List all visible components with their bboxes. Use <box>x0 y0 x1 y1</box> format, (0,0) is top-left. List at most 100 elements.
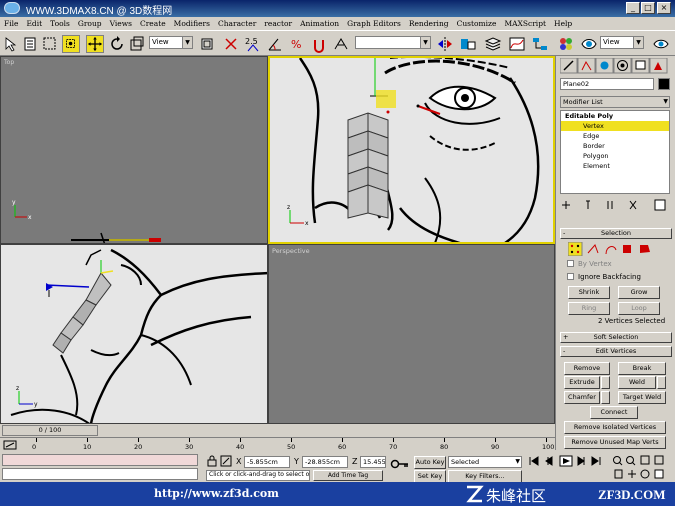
material-editor-icon[interactable] <box>557 35 575 53</box>
time-slider[interactable]: 0 / 100 <box>2 425 98 436</box>
remove-isolated-vertices-button[interactable]: Remove Isolated Vertices <box>564 421 666 434</box>
viewport-top[interactable]: Top y x <box>0 56 268 244</box>
manipulate-icon[interactable] <box>222 35 240 53</box>
add-time-tag-button[interactable]: Add Time Tag <box>313 470 383 481</box>
command-panel-tabs[interactable] <box>560 58 672 74</box>
named-selection-icon[interactable] <box>332 35 350 53</box>
menu-item-create[interactable]: Create <box>140 19 166 28</box>
menu-item-character[interactable]: Character <box>218 19 256 28</box>
edit-vertices-rollout-header[interactable]: - Edit Vertices <box>560 346 672 357</box>
maximize-button[interactable]: □ <box>641 2 655 14</box>
absolute-mode-icon[interactable] <box>220 455 232 467</box>
stack-toolbar[interactable] <box>560 198 672 212</box>
percent-snap-icon[interactable]: % <box>288 35 306 53</box>
close-button[interactable]: × <box>657 2 671 14</box>
spinner-snap-icon[interactable] <box>310 35 328 53</box>
rect-selection-icon[interactable] <box>62 35 80 53</box>
quick-render-icon[interactable] <box>652 35 670 53</box>
reference-coordinate-dropdown[interactable]: View ▼ <box>149 36 193 49</box>
mini-curve-editor-icon[interactable] <box>2 439 32 451</box>
menu-item-maxscript[interactable]: MAXScript <box>504 19 546 28</box>
minimize-button[interactable]: _ <box>626 2 640 14</box>
select-link-icon[interactable] <box>3 35 21 53</box>
snap-toggle-icon[interactable]: 2.5 <box>244 35 262 53</box>
subobject-level-icons[interactable] <box>568 242 668 256</box>
remove-unused-map-verts-button[interactable]: Remove Unused Map Verts <box>564 436 666 449</box>
soft-selection-label: Soft Selection <box>593 333 639 341</box>
menu-item-reactor[interactable]: reactor <box>264 19 292 28</box>
ignore-backfacing-checkbox[interactable] <box>567 273 574 280</box>
modifier-list-dropdown[interactable]: Modifier List ▼ <box>560 96 670 108</box>
weld-button[interactable]: Weld <box>618 376 656 389</box>
layer-icon[interactable] <box>484 35 502 53</box>
viewport-navigation-controls[interactable] <box>612 454 674 482</box>
soft-selection-rollout-header[interactable]: + Soft Selection <box>560 332 672 343</box>
grow-button[interactable]: Grow <box>618 286 660 299</box>
y-coordinate-field[interactable]: -28.855cm <box>302 456 348 468</box>
menu-item-group[interactable]: Group <box>78 19 102 28</box>
render-scene-icon[interactable] <box>580 35 598 53</box>
shrink-button[interactable]: Shrink <box>568 286 610 299</box>
chamfer-settings-button[interactable] <box>601 391 610 404</box>
menu-item-views[interactable]: Views <box>110 19 132 28</box>
select-rotate-icon[interactable] <box>108 35 126 53</box>
object-color-swatch[interactable] <box>658 78 670 90</box>
menu-item-edit[interactable]: Edit <box>26 19 42 28</box>
menu-item-modifiers[interactable]: Modifiers <box>174 19 210 28</box>
menu-item-rendering[interactable]: Rendering <box>409 19 449 28</box>
x-coordinate-field[interactable]: -5.855cm <box>244 456 290 468</box>
viewport-perspective[interactable]: Perspective <box>268 244 555 424</box>
align-icon[interactable] <box>459 35 477 53</box>
target-weld-button[interactable]: Target Weld <box>618 391 666 404</box>
ring-button[interactable]: Ring <box>568 302 610 315</box>
lock-selection-icon[interactable] <box>206 455 218 467</box>
viewport-left[interactable]: z y <box>0 244 268 424</box>
extrude-settings-button[interactable] <box>601 376 610 389</box>
pivot-icon[interactable] <box>198 35 216 53</box>
select-object-icon[interactable] <box>22 35 40 53</box>
connect-button[interactable]: Connect <box>590 406 638 419</box>
selection-rollout-header[interactable]: - Selection <box>560 228 672 239</box>
stack-item-edge[interactable]: Edge <box>561 131 669 141</box>
modifier-stack[interactable]: Editable Poly Vertex Edge Border Polygon Elem… <box>560 110 670 194</box>
menu-item-help[interactable]: Help <box>554 19 572 28</box>
chamfer-button[interactable]: Chamfer <box>564 391 600 404</box>
stack-item-editable-poly[interactable]: Editable Poly <box>561 111 669 121</box>
mirror-icon[interactable] <box>436 35 454 53</box>
menu-item-tools[interactable]: Tools <box>50 19 70 28</box>
extrude-button[interactable]: Extrude <box>564 376 600 389</box>
angle-snap-icon[interactable] <box>266 35 284 53</box>
menu-item-animation[interactable]: Animation <box>300 19 339 28</box>
timeline-tick-label: 0 <box>32 443 37 451</box>
by-vertex-checkbox[interactable] <box>567 260 574 267</box>
maxscript-listener[interactable] <box>2 454 198 466</box>
schematic-icon[interactable] <box>531 35 549 53</box>
footer-brand-en: ZF3D.COM <box>598 487 666 502</box>
select-move-icon[interactable] <box>86 35 104 53</box>
stack-item-vertex[interactable]: Vertex <box>561 121 669 131</box>
loop-button[interactable]: Loop <box>618 302 660 315</box>
weld-settings-button[interactable] <box>657 376 666 389</box>
menu-item-file[interactable]: File <box>4 19 18 28</box>
remove-button[interactable]: Remove <box>564 362 610 375</box>
key-icon[interactable] <box>390 458 410 470</box>
render-view-dropdown[interactable]: View ▼ <box>600 36 644 49</box>
auto-key-button[interactable]: Auto Key <box>414 456 446 469</box>
playback-controls[interactable] <box>528 455 608 467</box>
stack-item-border[interactable]: Border <box>561 141 669 151</box>
named-selection-dropdown[interactable]: ▼ <box>355 36 431 49</box>
menu-item-customize[interactable]: Customize <box>457 19 497 28</box>
object-name-field[interactable]: Plane02 <box>560 78 654 90</box>
viewport-front[interactable]: z x <box>268 56 555 244</box>
menu-item-graph-editors[interactable]: Graph Editors <box>347 19 401 28</box>
maxscript-mini-listener[interactable] <box>2 468 198 480</box>
select-scale-icon[interactable] <box>128 35 146 53</box>
curve-editor-icon[interactable] <box>508 35 526 53</box>
select-by-name-icon[interactable] <box>41 35 59 53</box>
stack-item-polygon[interactable]: Polygon <box>561 151 669 161</box>
break-button[interactable]: Break <box>618 362 666 375</box>
stack-item-element[interactable]: Element <box>561 161 669 171</box>
prompt-line: Click or click-and-drag to select ob <box>206 470 310 481</box>
key-mode-dropdown[interactable]: Selected ▼ <box>448 456 522 468</box>
z-coordinate-field[interactable]: 15.455cm <box>360 456 386 468</box>
